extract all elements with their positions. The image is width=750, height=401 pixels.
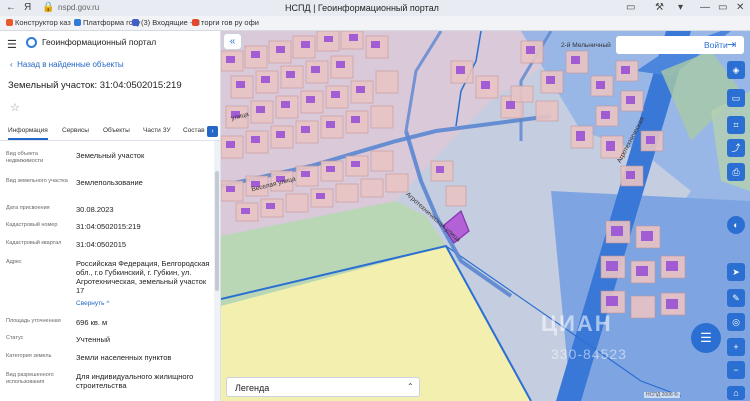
field-label: Статус — [6, 335, 24, 341]
login-icon: ⇥ — [727, 39, 737, 51]
url-text[interactable]: nspd.gov.ru — [58, 3, 99, 12]
zoom-in-button[interactable]: + — [727, 338, 745, 356]
tab-services[interactable]: Сервисы — [62, 127, 89, 134]
favorite-star-icon[interactable]: ☆ — [10, 101, 20, 114]
ruler-icon[interactable]: ▭ — [727, 89, 745, 107]
tools-icon[interactable]: ⚒ — [655, 2, 664, 14]
window-title: НСПД | Геоинформационный портал — [285, 3, 439, 13]
download-icon[interactable]: ▾ — [678, 2, 683, 14]
yandex-icon[interactable]: Я — [24, 2, 31, 14]
field-label: Категория земель — [6, 353, 52, 359]
bookmark-item[interactable]: Платформа госу — [74, 18, 140, 27]
field-label: Кадастровый номер — [6, 222, 58, 228]
scrollbar-thumb[interactable] — [215, 171, 219, 291]
tab-composition[interactable]: Состав — [183, 127, 205, 134]
collapse-panel-button[interactable]: « — [223, 33, 242, 50]
field-label: Кадастровый квартал — [6, 240, 62, 246]
back-arrow-icon[interactable]: ← — [6, 2, 16, 14]
tabs-next-button[interactable]: › — [207, 126, 218, 137]
chat-button[interactable]: ☰ — [691, 323, 721, 353]
field-label: Вид земельного участка — [6, 178, 68, 184]
close-icon[interactable]: ✕ — [736, 2, 744, 14]
chevron-up-icon: ^ — [106, 300, 110, 307]
tab-parts[interactable]: Части ЗУ — [143, 127, 171, 134]
bookmark-item[interactable]: торги гов ру офи — [192, 18, 259, 27]
tab-objects[interactable]: Объекты — [103, 127, 130, 134]
address-bar-row: ← Я 🔒 nspd.gov.ru НСПД | Геоинформационн… — [0, 0, 750, 16]
print-icon[interactable]: ⎙ — [727, 163, 745, 181]
tab-info[interactable]: Информация — [8, 127, 48, 140]
maximize-icon[interactable]: ▭ — [718, 2, 727, 14]
draw-icon[interactable]: ✎ — [727, 289, 745, 307]
zoom-out-button[interactable]: − — [727, 361, 745, 379]
collapse-link[interactable]: Свернуть ^ — [76, 300, 109, 307]
watermark-phone: 330-84523 — [551, 346, 627, 362]
map-canvas[interactable] — [221, 31, 750, 401]
watermark: ЦИАН — [541, 311, 613, 336]
legend-label: Легенда — [235, 383, 270, 393]
compass-icon[interactable]: ⌂ — [727, 386, 745, 400]
map-attribution: НСПД 2006 © — [644, 392, 680, 398]
field-value: Учтенный — [76, 335, 111, 344]
info-tabs: Информация Сервисы Объекты Части ЗУ Сост… — [0, 124, 220, 141]
browser-chrome: ← Я 🔒 nspd.gov.ru НСПД | Геоинформационн… — [0, 0, 750, 31]
bookmark-icon[interactable]: ▭ — [626, 2, 635, 14]
menu-icon[interactable]: ☰ — [7, 38, 17, 51]
field-label: Площадь уточненная — [6, 318, 61, 324]
chevron-up-down-icon: ⌃ — [407, 382, 414, 391]
field-value: Для индивидуального жилищного строительс… — [76, 372, 194, 390]
login-button[interactable]: Войти ⇥ — [616, 36, 744, 54]
bookmark-item[interactable]: Конструктор каз — [6, 18, 71, 27]
field-value: 696 кв. м — [76, 318, 108, 327]
street-label: 2-й Мельничный — [561, 42, 611, 49]
panel-scrollbar[interactable] — [214, 141, 220, 401]
address-value: Российская Федерация, Белгородская обл.,… — [76, 259, 210, 295]
layers-icon[interactable]: ◈ — [727, 61, 745, 79]
login-label: Войти — [704, 40, 728, 50]
field-value: 31:04:0502015 — [76, 240, 127, 249]
bookmarks-bar: Конструктор каз Платформа госу (3) Входя… — [0, 16, 750, 31]
assistant-icon[interactable]: ◐ — [727, 216, 745, 234]
minimize-icon[interactable]: — — [700, 2, 710, 14]
field-label: Адрес — [6, 259, 22, 265]
portal-title: Геоинформационный портал — [42, 37, 157, 47]
object-title: Земельный участок: 31:04:0502015:219 — [8, 80, 182, 91]
locate-icon[interactable]: ➤ — [727, 263, 745, 281]
field-value: Земли населенных пунктов — [76, 353, 172, 362]
select-area-icon[interactable]: ⌗ — [727, 116, 745, 134]
object-info-panel: ☰ Геоинформационный портал ‹ Назад в най… — [0, 31, 221, 401]
share-icon[interactable]: ⤴ — [727, 139, 745, 157]
field-value: 30.08.2023 — [76, 205, 114, 214]
lock-icon: 🔒 — [42, 2, 55, 13]
field-label: Дата присвоения — [6, 205, 50, 211]
field-label: Вид разрешенного использования — [6, 372, 54, 385]
field-value: Землепользование — [76, 178, 143, 187]
map-view[interactable]: 2-й Мельничный Агротехническая Веселая у… — [221, 31, 750, 401]
field-label: Вид объекта недвижимости — [6, 151, 44, 164]
bookmark-item[interactable]: (3) Входящие - П — [132, 18, 200, 27]
settings-icon[interactable]: ◎ — [727, 313, 745, 331]
portal-logo-icon — [26, 37, 37, 48]
field-value: 31:04:0502015:219 — [76, 222, 141, 231]
field-value: Земельный участок — [76, 151, 145, 160]
legend-dropdown[interactable]: Легенда ⌃ — [226, 377, 420, 397]
back-to-results-link[interactable]: ‹ Назад в найденные объекты — [10, 60, 124, 69]
